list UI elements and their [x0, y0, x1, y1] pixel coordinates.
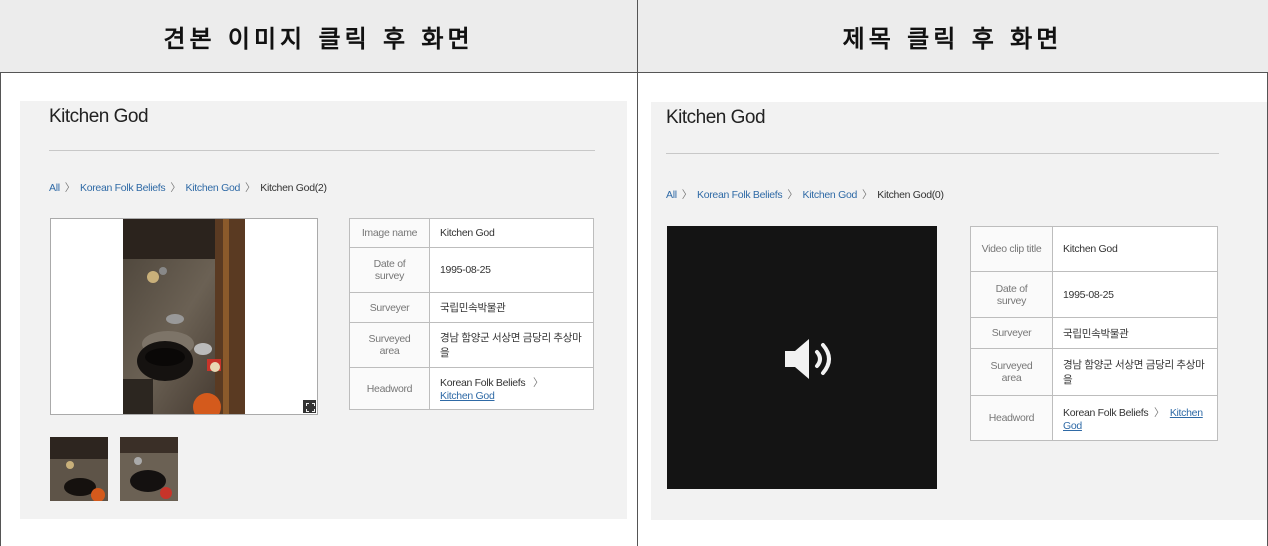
breadcrumb-separator: 〉: [862, 189, 873, 201]
breadcrumb: All 〉 Korean Folk Beliefs 〉 Kitchen God 〉 Kitc…: [49, 180, 327, 195]
table-row: Surveyer 국립민속박물관: [349, 292, 594, 323]
table-row: Video clip title Kitchen God: [970, 226, 1218, 272]
title-divider: [666, 153, 1219, 154]
header-row: 견본 이미지 클릭 후 화면 제목 클릭 후 화면: [0, 0, 1268, 73]
row-value: 경남 함양군 서상면 금당리 추상마을: [1052, 348, 1218, 396]
thumbnail[interactable]: [120, 437, 178, 501]
row-label: Date of survey: [349, 247, 430, 293]
row-value: 1995-08-25: [1052, 271, 1218, 318]
breadcrumb-korean-folk-beliefs[interactable]: Korean Folk Beliefs: [80, 182, 166, 194]
column-divider: [637, 0, 638, 546]
table-row: Date of survey 1995-08-25: [970, 271, 1218, 318]
row-label: Image name: [349, 218, 430, 248]
row-value: Kitchen God: [429, 218, 594, 248]
left-header-title: 견본 이미지 클릭 후 화면: [163, 24, 474, 53]
breadcrumb-kitchen-god[interactable]: Kitchen God: [186, 182, 241, 194]
breadcrumb-separator: 〉: [245, 182, 256, 194]
expand-icon[interactable]: [303, 400, 316, 413]
table-row: Image name Kitchen God: [349, 218, 594, 248]
video-info-table: Video clip title Kitchen God Date of sur…: [970, 226, 1218, 441]
speaker-icon[interactable]: [781, 336, 841, 382]
headword-separator: 〉: [1153, 406, 1165, 419]
row-value: 국립민속박물관: [429, 292, 594, 323]
row-label: Surveyer: [349, 292, 430, 323]
table-row: Surveyed area 경남 함양군 서상면 금당리 추상마을: [349, 322, 594, 368]
breadcrumb: All 〉 Korean Folk Beliefs 〉 Kitchen God 〉 Kitc…: [666, 187, 944, 202]
image-info-table: Image name Kitchen God Date of survey 19…: [349, 218, 594, 410]
breadcrumb-all[interactable]: All: [666, 189, 677, 201]
table-row: Headword Korean Folk Beliefs 〉 Kitchen G…: [349, 367, 594, 410]
headword-separator: 〉: [532, 377, 544, 389]
headword-value: Korean Folk Beliefs 〉 Kitchen God: [429, 367, 594, 410]
table-row: Surveyer 국립민속박물관: [970, 317, 1218, 349]
row-value: 국립민속박물관: [1052, 317, 1218, 349]
right-panel: Kitchen God All 〉 Korean Folk Beliefs 〉 Kitc…: [651, 102, 1267, 520]
thumbnail[interactable]: [50, 437, 108, 501]
table-row: Headword Korean Folk Beliefs 〉 Kitchen G…: [970, 395, 1218, 441]
image-viewer[interactable]: [50, 218, 318, 415]
kitchen-photo[interactable]: [123, 219, 245, 414]
row-value: 1995-08-25: [429, 247, 594, 293]
breadcrumb-current: Kitchen God(0): [877, 189, 944, 201]
row-value: 경남 함양군 서상면 금당리 추상마을: [429, 322, 594, 368]
breadcrumb-all[interactable]: All: [49, 182, 60, 194]
headword-prefix: Korean Folk Beliefs: [1063, 406, 1149, 419]
breadcrumb-separator: 〉: [787, 189, 798, 201]
left-panel: Kitchen God All 〉 Korean Folk Beliefs 〉 Kitc…: [20, 101, 627, 519]
row-label: Surveyer: [970, 317, 1053, 349]
breadcrumb-kitchen-god[interactable]: Kitchen God: [803, 189, 858, 201]
table-row: Date of survey 1995-08-25: [349, 247, 594, 293]
row-label: Headword: [970, 395, 1053, 441]
breadcrumb-separator: 〉: [170, 182, 181, 194]
headword-value: Korean Folk Beliefs 〉 Kitchen God: [1052, 395, 1218, 441]
row-label: Surveyed area: [970, 348, 1053, 396]
breadcrumb-separator: 〉: [681, 189, 693, 201]
page-title: Kitchen God: [666, 107, 766, 128]
row-label: Video clip title: [970, 226, 1053, 272]
table-row: Surveyed area 경남 함양군 서상면 금당리 추상마을: [970, 348, 1218, 396]
row-label: Surveyed area: [349, 322, 430, 368]
headword-prefix: Korean Folk Beliefs: [440, 377, 526, 389]
video-player[interactable]: [667, 226, 937, 489]
breadcrumb-current: Kitchen God(2): [260, 182, 327, 194]
breadcrumb-korean-folk-beliefs[interactable]: Korean Folk Beliefs: [697, 189, 783, 201]
page-title: Kitchen God: [49, 106, 149, 127]
headword-link[interactable]: Kitchen God: [440, 390, 495, 402]
title-divider: [49, 150, 595, 151]
right-header-title: 제목 클릭 후 화면: [842, 24, 1063, 53]
row-label: Headword: [349, 367, 430, 410]
row-value: Kitchen God: [1052, 226, 1218, 272]
breadcrumb-separator: 〉: [64, 182, 76, 194]
row-label: Date of survey: [970, 271, 1053, 318]
